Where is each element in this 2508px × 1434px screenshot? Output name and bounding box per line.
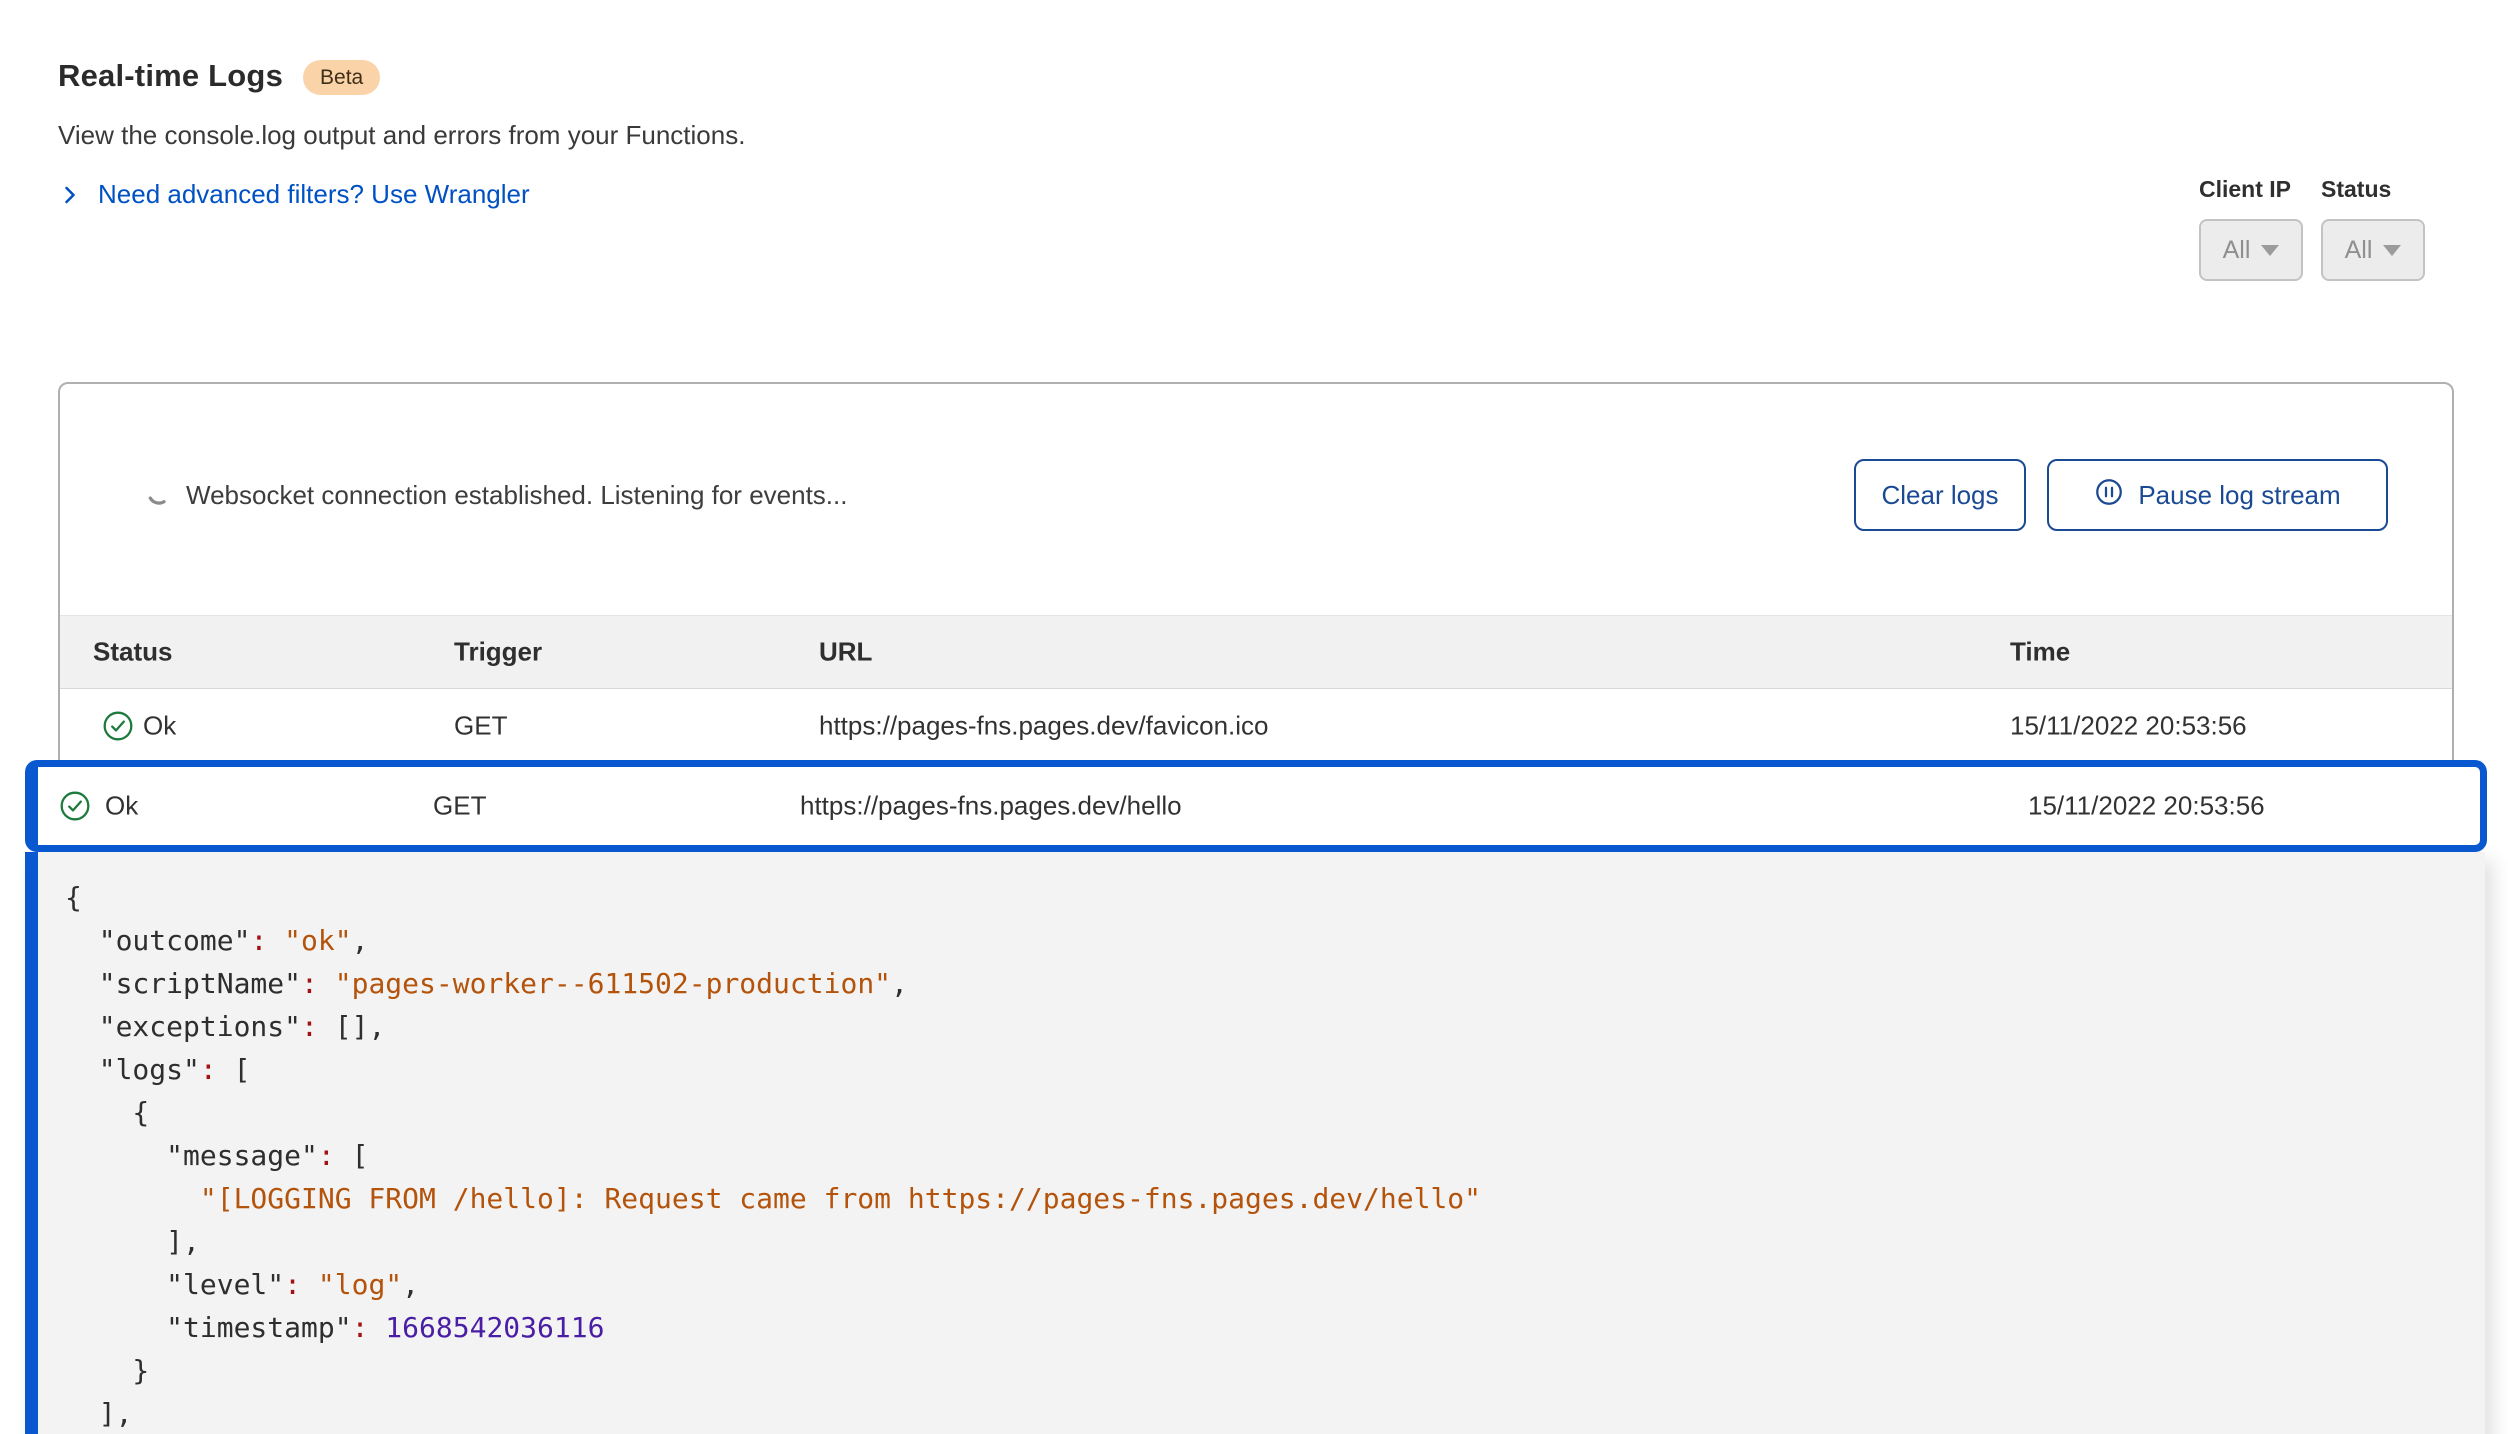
page-header: Real-time Logs Beta View the console.log…: [58, 58, 745, 210]
status-filter-dropdown[interactable]: All: [2321, 219, 2425, 281]
row-trigger: GET: [454, 711, 507, 742]
row-url: https://pages-fns.pages.dev/hello: [800, 791, 1182, 822]
log-table-row-hello-expanded[interactable]: Ok GET https://pages-fns.pages.dev/hello…: [25, 760, 2487, 852]
websocket-status: Websocket connection established. Listen…: [146, 480, 1854, 511]
realtime-logs-page: Real-time Logs Beta View the console.log…: [0, 0, 2508, 1434]
websocket-status-message: Websocket connection established. Listen…: [186, 480, 847, 511]
client-ip-filter-group: Client IP All: [2199, 176, 2303, 281]
client-ip-filter-dropdown[interactable]: All: [2199, 219, 2303, 281]
caret-down-icon: [2383, 245, 2401, 256]
page-subtitle: View the console.log output and errors f…: [58, 120, 745, 151]
row-time: 15/11/2022 20:53:56: [2010, 711, 2247, 742]
status-ok-icon: [58, 789, 92, 823]
column-header-status: Status: [93, 637, 172, 668]
column-header-url: URL: [819, 637, 872, 668]
column-header-trigger: Trigger: [454, 637, 542, 668]
client-ip-filter-value: All: [2223, 236, 2251, 265]
row-status: Ok: [105, 791, 138, 822]
status-filter-group: Status All: [2321, 176, 2425, 281]
chevron-right-icon: [58, 183, 82, 207]
status-filter-value: All: [2345, 236, 2373, 265]
wrangler-advanced-filters-link[interactable]: Need advanced filters? Use Wrangler: [58, 179, 745, 210]
client-ip-filter-label: Client IP: [2199, 176, 2303, 203]
caret-down-icon: [2261, 245, 2279, 256]
row-time: 15/11/2022 20:53:56: [2028, 791, 2265, 822]
column-header-time: Time: [2010, 637, 2070, 668]
log-filters: Client IP All Status All: [2199, 176, 2425, 281]
log-table-row-favicon[interactable]: Ok GET https://pages-fns.pages.dev/favic…: [60, 689, 2452, 763]
beta-badge: Beta: [303, 60, 380, 95]
status-ok-icon: [101, 709, 135, 743]
row-trigger: GET: [433, 791, 486, 822]
clear-logs-label: Clear logs: [1881, 480, 1998, 511]
pause-log-stream-label: Pause log stream: [2138, 480, 2340, 511]
logs-toolbar: Websocket connection established. Listen…: [146, 458, 2388, 532]
log-json: { "outcome": "ok", "scriptName": "pages-…: [38, 852, 2485, 1434]
wrangler-link-label: Need advanced filters? Use Wrangler: [98, 179, 530, 210]
row-status: Ok: [143, 711, 176, 742]
log-table-header: Status Trigger URL Time: [60, 615, 2452, 689]
spinner-icon: [146, 480, 172, 511]
page-title: Real-time Logs: [58, 58, 283, 94]
row-url: https://pages-fns.pages.dev/favicon.ico: [819, 711, 1269, 742]
status-filter-label: Status: [2321, 176, 2425, 203]
log-detail-panel: { "outcome": "ok", "scriptName": "pages-…: [25, 852, 2485, 1434]
clear-logs-button[interactable]: Clear logs: [1854, 459, 2026, 531]
pause-log-stream-button[interactable]: Pause log stream: [2047, 459, 2388, 531]
pause-icon: [2094, 477, 2124, 514]
